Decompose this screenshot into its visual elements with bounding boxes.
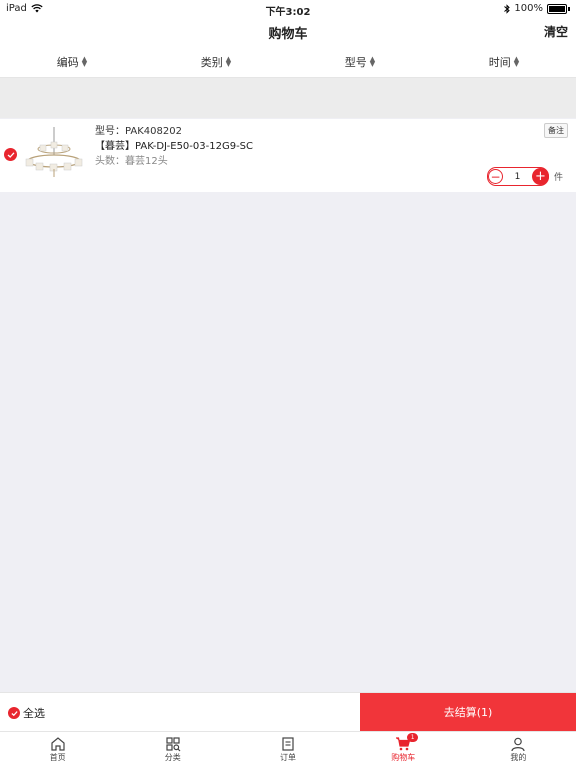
item-heads: 头数：暮芸12头 <box>95 156 168 167</box>
sort-time[interactable]: 时间 ▲ ▼ <box>432 46 576 77</box>
profile-icon <box>511 737 526 752</box>
battery-percent: 100% <box>514 3 543 14</box>
sort-code[interactable]: 编码 ▲ ▼ <box>0 46 144 77</box>
tab-category[interactable]: 分类 <box>115 732 230 769</box>
remark-button[interactable]: 备注 <box>544 123 568 138</box>
tab-label: 订单 <box>280 753 296 762</box>
tab-orders[interactable]: 订单 <box>230 732 345 769</box>
item-info: 型号：PAK408202 【暮芸】PAK-DJ-E50-03-12G9-SC 头… <box>95 124 253 169</box>
item-model: 型号：PAK408202 <box>95 126 182 137</box>
order-icon <box>282 737 294 751</box>
quantity-input[interactable]: 1 <box>503 172 532 182</box>
cart-badge: 1 <box>407 733 419 742</box>
battery-icon <box>547 3 567 14</box>
clear-button[interactable]: 清空 <box>544 23 568 40</box>
tab-profile[interactable]: 我的 <box>461 732 576 769</box>
select-all[interactable]: 全选 <box>8 705 45 721</box>
tab-bar: 首页 分类 订单 1 购物车 我的 <box>0 731 576 769</box>
status-time: 下午3:02 <box>265 7 311 18</box>
select-all-label: 全选 <box>23 707 45 720</box>
sort-bar: 编码 ▲ ▼ 类别 ▲ ▼ 型号 ▲ ▼ 时间 ▲ ▼ <box>0 46 576 78</box>
tab-home[interactable]: 首页 <box>0 732 115 769</box>
tab-label: 购物车 <box>391 753 416 762</box>
unit-label: 件 <box>554 173 564 183</box>
status-bar: iPad 下午3:02 100% <box>0 0 576 18</box>
product-image[interactable] <box>22 125 86 183</box>
checkout-bar: 全选 去结算(1) <box>0 692 576 731</box>
checkmark-icon <box>7 151 14 158</box>
sort-arrows-icon: ▲ ▼ <box>369 54 376 68</box>
page-title: 购物车 <box>268 27 308 42</box>
bluetooth-icon <box>504 3 511 14</box>
tab-cart[interactable]: 1 购物车 <box>346 732 461 769</box>
status-right: 100% <box>504 3 570 14</box>
sort-category[interactable]: 类别 ▲ ▼ <box>144 46 288 77</box>
item-name: 【暮芸】PAK-DJ-E50-03-12G9-SC <box>95 141 254 152</box>
tab-label: 首页 <box>49 753 66 762</box>
tab-label: 分类 <box>164 753 181 762</box>
increase-button[interactable]: + <box>532 168 549 185</box>
nav-bar: 购物车 清空 <box>0 18 576 46</box>
cart-item: 型号：PAK408202 【暮芸】PAK-DJ-E50-03-12G9-SC 头… <box>0 119 576 192</box>
category-icon <box>166 737 181 752</box>
section-spacer <box>0 78 576 118</box>
sort-model[interactable]: 型号 ▲ ▼ <box>288 46 432 77</box>
select-all-checkbox[interactable] <box>8 707 20 719</box>
sort-label: 编码 <box>56 55 79 69</box>
sort-arrows-icon: ▲ ▼ <box>225 54 232 68</box>
sort-label: 类别 <box>200 55 223 69</box>
quantity-stepper: − 1 + <box>487 167 549 186</box>
tab-label: 我的 <box>510 753 527 762</box>
decrease-button[interactable]: − <box>488 169 503 184</box>
sort-arrows-icon: ▲ ▼ <box>81 54 88 68</box>
sort-arrows-icon: ▲ ▼ <box>513 54 520 68</box>
item-checkbox[interactable] <box>4 148 17 161</box>
checkout-button[interactable]: 去结算(1) <box>360 693 576 731</box>
sort-label: 时间 <box>488 55 511 69</box>
sort-label: 型号 <box>344 55 367 69</box>
checkmark-icon <box>10 710 18 716</box>
home-icon <box>50 737 65 751</box>
